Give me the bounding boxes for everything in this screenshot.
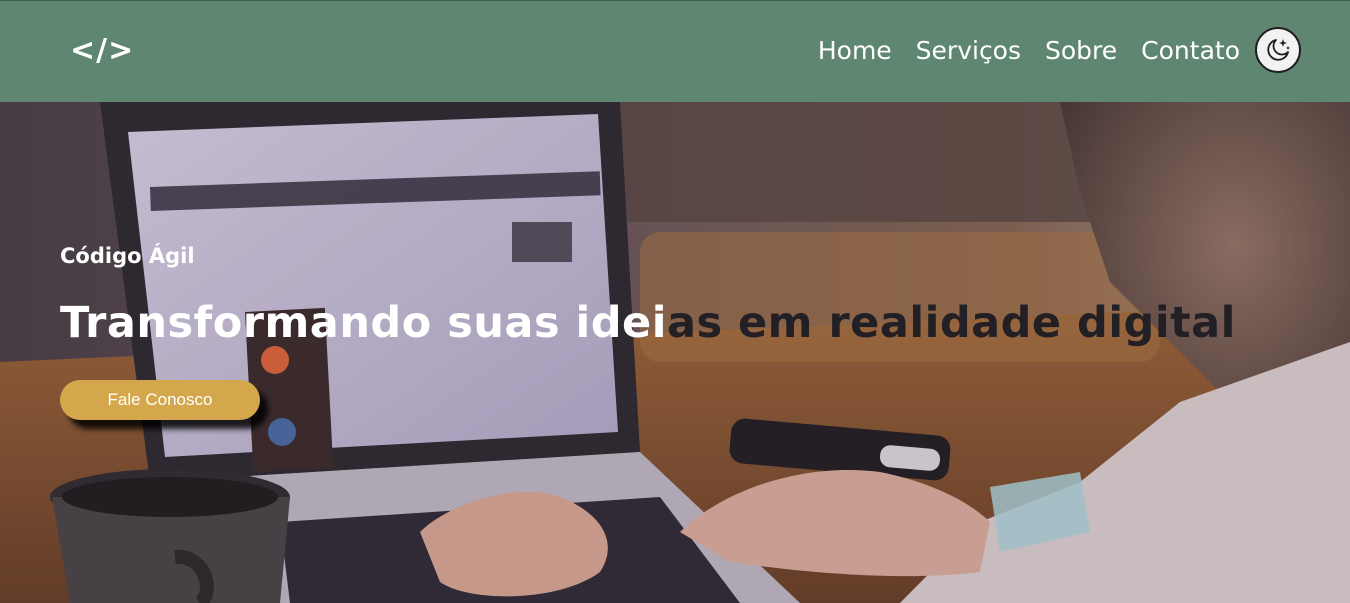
navbar: </> Home Serviços Sobre Contato xyxy=(0,0,1350,102)
hero-background-image xyxy=(0,102,1350,603)
hero-brand: Código Ágil xyxy=(60,244,195,268)
fale-conosco-button[interactable]: Fale Conosco xyxy=(60,380,260,420)
nav-link-contato[interactable]: Contato xyxy=(1141,36,1240,65)
nav-links: Home Serviços Sobre Contato xyxy=(818,36,1240,65)
hero-headline-part-dark: as em realidade digital xyxy=(666,298,1236,348)
nav-link-home[interactable]: Home xyxy=(818,36,892,65)
logo[interactable]: </> xyxy=(70,33,134,68)
theme-toggle-button[interactable] xyxy=(1255,27,1301,73)
hero-headline-part-light: Transformando suas idei xyxy=(60,298,667,348)
hero-headline: Transformando suas ideias em realidade d… xyxy=(60,298,1236,348)
nav-link-servicos[interactable]: Serviços xyxy=(916,36,1021,65)
moon-stars-icon xyxy=(1267,39,1290,61)
hero-section: Código Ágil Transformando suas ideias em… xyxy=(0,102,1350,603)
nav-link-sobre[interactable]: Sobre xyxy=(1045,36,1117,65)
